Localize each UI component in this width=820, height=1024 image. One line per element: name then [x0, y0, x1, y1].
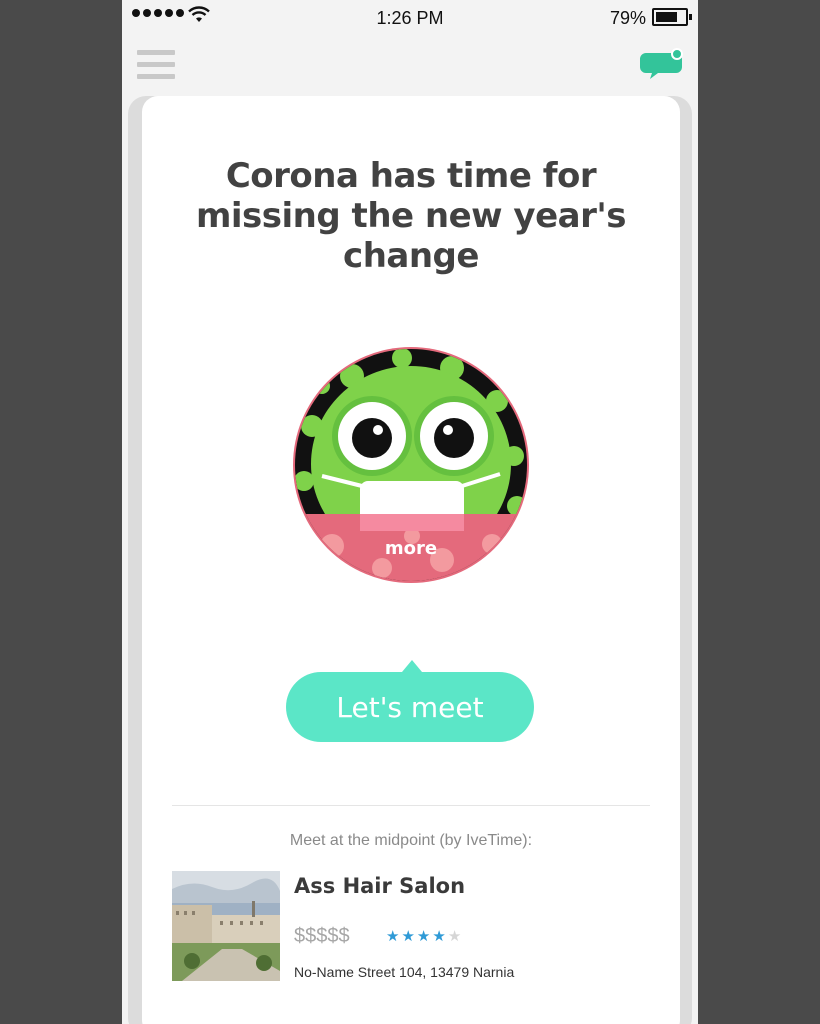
battery-percent: 79% — [609, 8, 646, 28]
hamburger-menu-icon[interactable] — [137, 50, 175, 80]
rating-stars: ★ ★ ★ ★ ★ — [386, 927, 461, 945]
cta-pointer — [402, 660, 422, 672]
lets-meet-button[interactable]: Let's meet — [286, 672, 534, 742]
price-level: $$$$$ — [294, 925, 350, 947]
meet-cta: Let's meet — [286, 656, 534, 746]
midpoint-label: Meet at the midpoint (by IveTime): — [289, 832, 533, 849]
status-bar: 1:26 PM 79% — [122, 0, 698, 36]
star-empty-icon: ★ — [447, 927, 462, 945]
profile-card: Corona has time for missing the new year… — [142, 96, 680, 1024]
virus-avatar[interactable]: more — [292, 346, 530, 584]
venue-photo[interactable] — [172, 871, 280, 981]
chat-bubble-icon[interactable] — [640, 47, 684, 81]
venue-address: No-Name Street 104, 13479 Narnia — [294, 964, 515, 980]
star-filled-icon: ★ — [416, 927, 431, 945]
star-filled-icon: ★ — [432, 927, 446, 945]
star-filled-icon: ★ — [386, 927, 400, 945]
venue-name[interactable]: Ass Hair Salon — [294, 874, 465, 898]
phone-screen: 1:26 PM 79% Corona has time for missing … — [122, 0, 698, 1024]
star-filled-icon: ★ — [401, 927, 415, 945]
divider — [172, 805, 650, 806]
card-title: Corona has time for missing the new year… — [195, 156, 627, 276]
avatar-more-label[interactable]: more — [292, 538, 530, 559]
battery-icon — [652, 8, 692, 26]
